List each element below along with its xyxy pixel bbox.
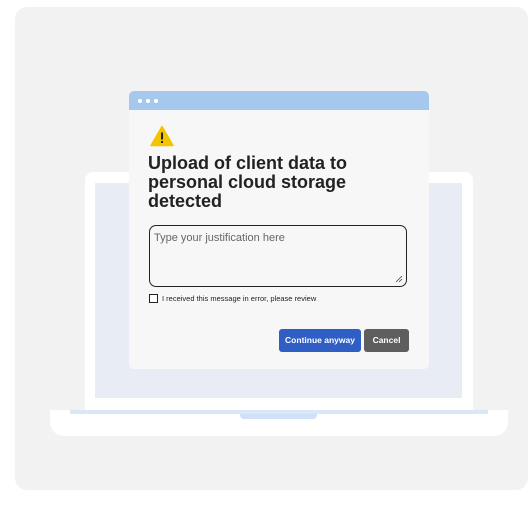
continue-anyway-button[interactable]: Continue anyway — [279, 329, 361, 352]
dialog-heading: Upload of client data to personal cloud … — [148, 153, 348, 211]
dialog-titlebar — [129, 91, 429, 110]
warning-triangle-icon — [150, 125, 174, 147]
cancel-button[interactable]: Cancel — [364, 329, 409, 352]
laptop-notch — [240, 414, 317, 419]
error-report-checkbox[interactable] — [149, 294, 158, 303]
resize-handle-icon[interactable] — [395, 275, 403, 283]
window-dot-icon — [138, 99, 142, 103]
warning-dialog: Upload of client data to personal cloud … — [129, 91, 429, 369]
error-report-label[interactable]: I received this message in error, please… — [162, 294, 316, 303]
window-dot-icon — [146, 99, 150, 103]
justification-placeholder: Type your justification here — [154, 232, 285, 244]
window-dot-icon — [154, 99, 158, 103]
justification-textarea[interactable]: Type your justification here — [149, 225, 407, 287]
